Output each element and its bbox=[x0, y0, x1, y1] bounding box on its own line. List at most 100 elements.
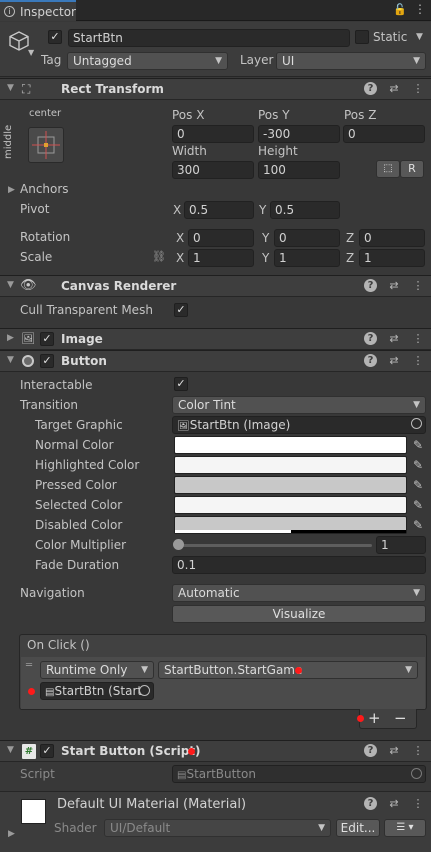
image-enabled-checkbox[interactable]: ✓ bbox=[40, 332, 54, 346]
help-icon[interactable]: ? bbox=[364, 332, 377, 345]
drag-handle-icon[interactable]: ═ bbox=[26, 660, 32, 671]
remove-listener-button[interactable]: − bbox=[394, 709, 407, 727]
script-enabled-checkbox[interactable]: ✓ bbox=[40, 744, 54, 758]
help-icon[interactable]: ? bbox=[364, 744, 377, 757]
preset-sliders-icon[interactable]: ⇄ bbox=[387, 354, 401, 368]
button-enabled-checkbox[interactable]: ✓ bbox=[40, 354, 54, 368]
start-button-script-header[interactable]: ▼ # ✓ Start Button (Script) ? ⇄ ⋮ bbox=[0, 740, 431, 762]
more-menu-icon[interactable]: ⋮ bbox=[414, 2, 426, 16]
scale-x-field[interactable]: 1 bbox=[188, 249, 254, 267]
preset-sliders-icon[interactable]: ⇄ bbox=[387, 279, 401, 293]
object-picker-icon[interactable] bbox=[139, 685, 150, 696]
eyedropper-icon[interactable]: ✎ bbox=[410, 517, 426, 533]
component-menu-icon[interactable]: ⋮ bbox=[411, 354, 425, 368]
object-name-field[interactable]: StartBtn bbox=[68, 29, 350, 47]
icon-dropdown-chevron-icon[interactable]: ▼ bbox=[28, 48, 34, 57]
color-multiplier-slider-track[interactable] bbox=[178, 544, 372, 547]
constrain-proportions-link-icon[interactable]: ⛓ bbox=[152, 250, 166, 263]
layer-dropdown[interactable]: UI ▼ bbox=[276, 52, 426, 70]
edit-shader-button[interactable]: Edit... bbox=[336, 819, 380, 837]
add-listener-button[interactable]: + bbox=[368, 709, 381, 727]
component-menu-icon[interactable]: ⋮ bbox=[411, 332, 425, 346]
rect-transform-header[interactable]: ▼ ⛶ Rect Transform ? ⇄ ⋮ bbox=[0, 78, 431, 100]
static-checkbox[interactable] bbox=[355, 30, 369, 44]
chevron-down-icon: ▼ bbox=[413, 400, 420, 410]
material-fold-arrow-icon[interactable]: ▶ bbox=[8, 829, 15, 839]
static-dropdown-chevron-icon[interactable]: ▼ bbox=[416, 32, 423, 42]
fold-arrow-icon[interactable]: ▼ bbox=[7, 355, 14, 365]
image-header[interactable]: ▶ 🖼 ✓ Image ? ⇄ ⋮ bbox=[0, 328, 431, 350]
anchor-preset-button[interactable] bbox=[28, 127, 64, 163]
fold-arrow-icon[interactable]: ▶ bbox=[7, 333, 14, 343]
rotation-z-field[interactable]: 0 bbox=[359, 229, 425, 247]
image-component-icon: 🖼 bbox=[21, 332, 35, 345]
alpha-bar bbox=[175, 530, 291, 533]
eyedropper-icon[interactable]: ✎ bbox=[410, 437, 426, 453]
pos-x-field[interactable]: 0 bbox=[172, 125, 254, 143]
component-menu-icon[interactable]: ⋮ bbox=[411, 82, 425, 96]
material-preview-thumbnail[interactable] bbox=[21, 799, 46, 824]
raw-edit-button[interactable]: R bbox=[400, 160, 424, 178]
eyedropper-icon[interactable]: ✎ bbox=[410, 477, 426, 493]
shader-options-button[interactable]: ☰ ▾ bbox=[384, 819, 426, 837]
width-field[interactable]: 300 bbox=[172, 161, 254, 179]
function-dropdown[interactable]: StartButton.StartGame ▼ bbox=[158, 661, 418, 679]
rotation-y-field[interactable]: 0 bbox=[274, 229, 340, 247]
canvas-renderer-header[interactable]: ▼ 👁 Canvas Renderer ? ⇄ ⋮ bbox=[0, 275, 431, 297]
object-picker-icon[interactable] bbox=[411, 418, 422, 429]
cull-transparent-mesh-checkbox[interactable]: ✓ bbox=[174, 303, 188, 317]
eyedropper-icon[interactable]: ✎ bbox=[410, 497, 426, 513]
gameobject-cube-icon[interactable] bbox=[8, 30, 30, 52]
component-title: Button bbox=[61, 354, 107, 368]
visualize-button[interactable]: Visualize bbox=[172, 605, 426, 623]
lock-icon[interactable]: 🔓 bbox=[393, 3, 407, 16]
eyedropper-icon[interactable]: ✎ bbox=[410, 457, 426, 473]
component-menu-icon[interactable]: ⋮ bbox=[411, 797, 425, 811]
help-icon[interactable]: ? bbox=[364, 82, 377, 95]
pos-y-field[interactable]: -300 bbox=[258, 125, 340, 143]
help-icon[interactable]: ? bbox=[364, 354, 377, 367]
preset-sliders-icon[interactable]: ⇄ bbox=[387, 332, 401, 346]
fade-duration-field[interactable]: 0.1 bbox=[172, 556, 426, 574]
height-field[interactable]: 100 bbox=[258, 161, 340, 179]
pivot-x-field[interactable]: 0.5 bbox=[184, 201, 254, 219]
tab-inspector[interactable]: i Inspector bbox=[0, 0, 76, 21]
color-multiplier-slider-thumb[interactable] bbox=[173, 539, 184, 550]
target-graphic-value: StartBtn (Image) bbox=[189, 418, 291, 432]
tag-dropdown[interactable]: Untagged ▼ bbox=[67, 52, 228, 70]
disabled-color-swatch[interactable] bbox=[174, 516, 407, 534]
target-object-field[interactable]: ▤StartBtn (Start bbox=[40, 682, 154, 700]
preset-sliders-icon[interactable]: ⇄ bbox=[387, 744, 401, 758]
anchors-fold-arrow-icon[interactable]: ▶ bbox=[8, 185, 15, 195]
selected-color-swatch[interactable] bbox=[174, 496, 407, 514]
help-icon[interactable]: ? bbox=[364, 797, 377, 810]
preset-sliders-icon[interactable]: ⇄ bbox=[387, 797, 401, 811]
preset-sliders-icon[interactable]: ⇄ bbox=[387, 82, 401, 96]
pressed-color-swatch[interactable] bbox=[174, 476, 407, 494]
transition-dropdown[interactable]: Color Tint ▼ bbox=[172, 396, 426, 414]
fold-arrow-icon[interactable]: ▼ bbox=[7, 83, 14, 93]
navigation-dropdown[interactable]: Automatic ▼ bbox=[172, 584, 426, 602]
highlighted-color-swatch[interactable] bbox=[174, 456, 407, 474]
help-icon[interactable]: ? bbox=[364, 279, 377, 292]
pivot-y-field[interactable]: 0.5 bbox=[270, 201, 340, 219]
button-header[interactable]: ▼ ✓ Button ? ⇄ ⋮ bbox=[0, 350, 431, 372]
scale-y-field[interactable]: 1 bbox=[274, 249, 340, 267]
target-graphic-field[interactable]: 🖼StartBtn (Image) bbox=[172, 416, 426, 434]
rect-transform-icon: ⛶ bbox=[22, 82, 31, 96]
component-menu-icon[interactable]: ⋮ bbox=[411, 744, 425, 758]
scale-z-field[interactable]: 1 bbox=[359, 249, 425, 267]
pos-y-label: Pos Y bbox=[258, 108, 290, 122]
fold-arrow-icon[interactable]: ▼ bbox=[7, 745, 14, 755]
rotation-x-field[interactable]: 0 bbox=[188, 229, 254, 247]
blueprint-mode-button[interactable]: ⬚ bbox=[376, 160, 400, 178]
active-checkbox[interactable]: ✓ bbox=[48, 30, 62, 44]
runtime-mode-dropdown[interactable]: Runtime Only ▼ bbox=[40, 661, 154, 679]
color-multiplier-field[interactable]: 1 bbox=[376, 536, 426, 554]
anchors-label[interactable]: Anchors bbox=[20, 182, 69, 196]
pos-z-field[interactable]: 0 bbox=[343, 125, 425, 143]
interactable-checkbox[interactable]: ✓ bbox=[174, 377, 188, 391]
fold-arrow-icon[interactable]: ▼ bbox=[7, 280, 14, 290]
normal-color-swatch[interactable] bbox=[174, 436, 407, 454]
component-menu-icon[interactable]: ⋮ bbox=[411, 279, 425, 293]
